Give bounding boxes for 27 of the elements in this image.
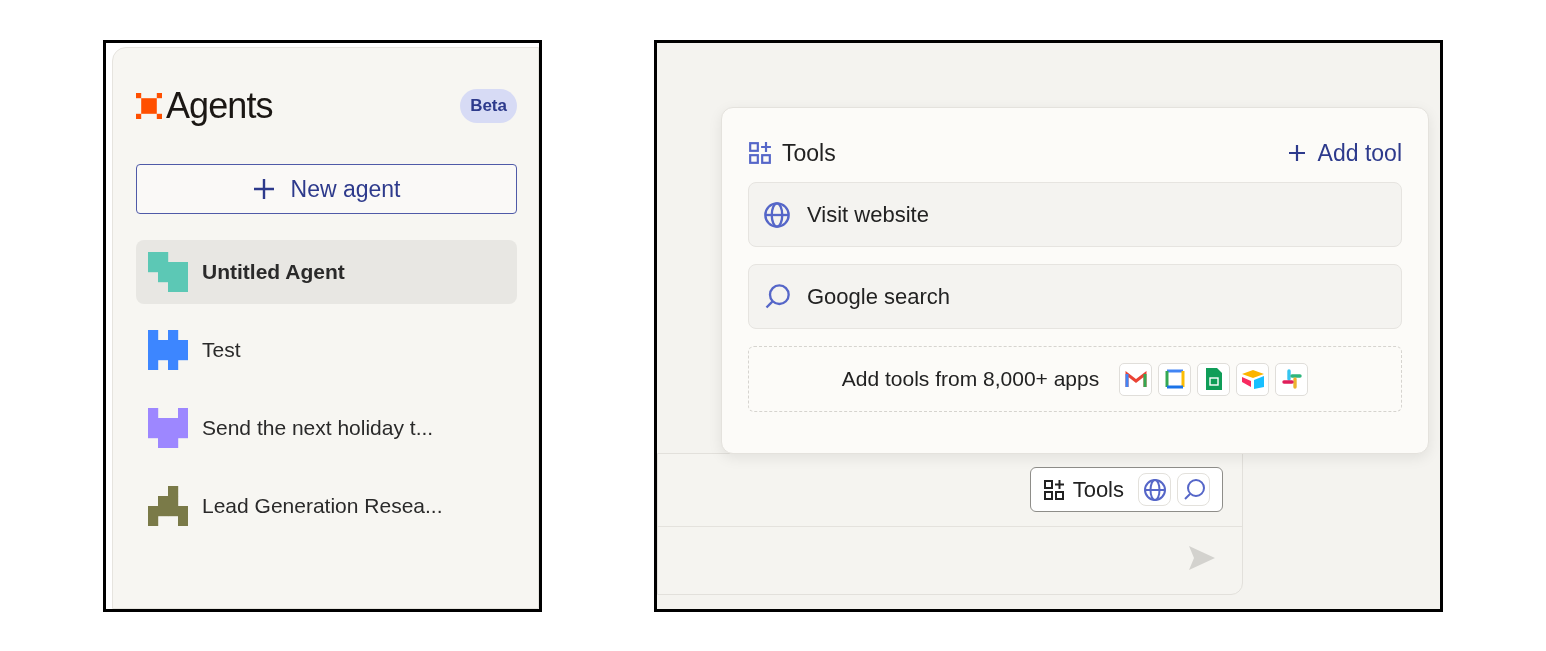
tool-row[interactable]: Google search: [748, 264, 1402, 329]
logo-icon: [136, 93, 162, 119]
globe-icon: [763, 200, 791, 229]
agent-item[interactable]: Untitled Agent: [136, 240, 517, 304]
new-agent-button[interactable]: New agent: [136, 164, 517, 214]
hash-icon[interactable]: [1275, 362, 1309, 396]
popup-title: Tools: [782, 138, 836, 168]
agent-item[interactable]: Test: [136, 318, 517, 382]
grid-plus-icon: [748, 141, 772, 165]
spreadsheet-icon[interactable]: [1197, 362, 1231, 396]
plus-icon: [1287, 144, 1306, 162]
mail-icon[interactable]: [1119, 362, 1153, 396]
agent-item[interactable]: Lead Generation Resea...: [136, 474, 517, 538]
logo-text: Agents: [166, 84, 273, 128]
grid-plus-icon: [1042, 478, 1065, 501]
box-icon[interactable]: [1236, 362, 1270, 396]
add-apps-area[interactable]: Add tools from 8,000+ apps: [748, 346, 1402, 412]
calendar-icon[interactable]: [1158, 362, 1192, 396]
tool-row[interactable]: Visit website: [748, 182, 1402, 247]
agent-item[interactable]: Send the next holiday t...: [136, 396, 517, 460]
add-apps-text: Add tools from 8,000+ apps: [841, 366, 1100, 393]
tools-button[interactable]: Tools: [1029, 467, 1223, 512]
beta-badge: Beta: [460, 89, 517, 123]
add-tool-button[interactable]: Add tool: [1287, 135, 1402, 171]
search-icon: [763, 282, 791, 311]
globe-icon: [1142, 477, 1167, 502]
plus-icon: [252, 178, 275, 200]
